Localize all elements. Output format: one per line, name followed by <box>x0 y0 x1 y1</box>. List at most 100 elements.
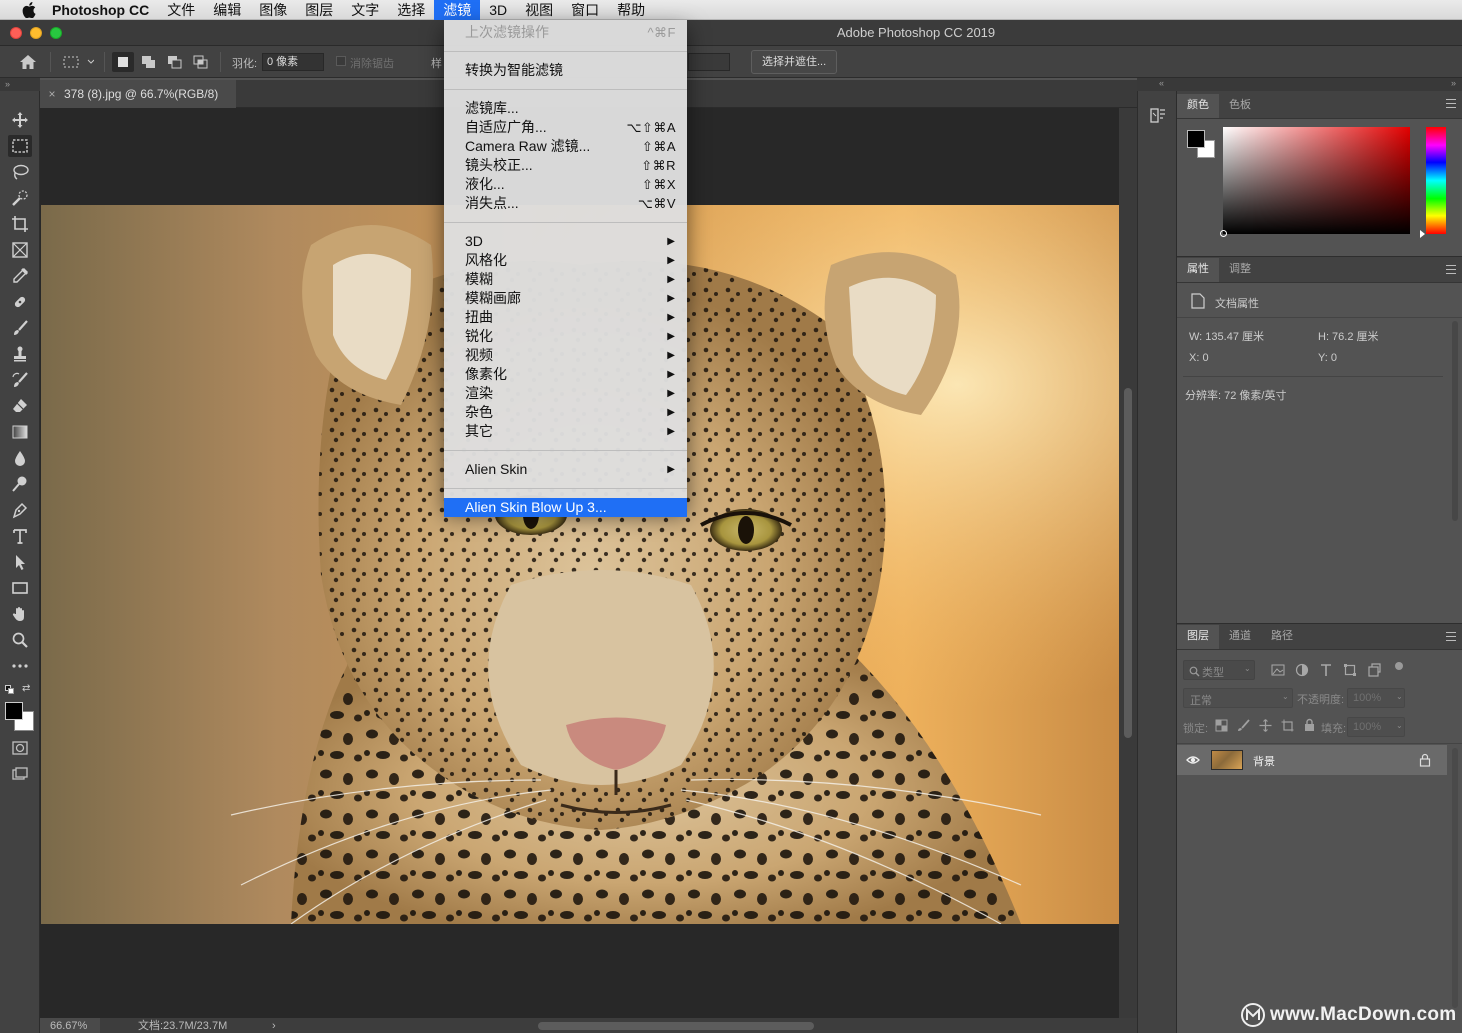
image-filter-icon[interactable] <box>1271 663 1285 677</box>
fg-swatch[interactable] <box>1187 130 1205 148</box>
panel-menu-icon[interactable] <box>1446 632 1456 641</box>
select-and-mask-button[interactable]: 选择并遮住... <box>751 50 838 74</box>
screen-mode-icon[interactable] <box>8 763 32 785</box>
menu-help[interactable]: 帮助 <box>608 0 654 20</box>
tab-adjustments[interactable]: 调整 <box>1219 258 1261 282</box>
height-value[interactable]: H: 76.2 厘米 <box>1318 328 1379 344</box>
crop-icon[interactable] <box>8 213 32 235</box>
toolbar-collapse-strip[interactable]: » <box>0 78 40 91</box>
path-select-icon[interactable] <box>8 551 32 573</box>
tab-swatches[interactable]: 色板 <box>1219 94 1261 118</box>
layer-filter-select[interactable]: 类型 ⌄ <box>1183 660 1255 680</box>
eyedropper-icon[interactable] <box>8 265 32 287</box>
menu-item-convert-smart-filter[interactable]: 转换为智能滤镜 <box>444 61 687 80</box>
layer-lock-icon[interactable] <box>1419 753 1431 767</box>
menu-item-alien-skin-blow-up[interactable]: Alien Skin Blow Up 3... <box>444 498 687 517</box>
menu-item-stylize[interactable]: 风格化 ▶ <box>444 251 687 270</box>
menu-item-blur-gallery[interactable]: 模糊画廊 ▶ <box>444 289 687 308</box>
menu-type[interactable]: 文字 <box>342 0 388 20</box>
blend-mode-select[interactable]: 正常 ⌄ <box>1183 688 1293 708</box>
color-panel-swatches[interactable] <box>1187 130 1217 160</box>
lock-all-icon[interactable] <box>1303 718 1316 732</box>
history-panel-icon[interactable] <box>1148 105 1168 127</box>
clone-stamp-icon[interactable] <box>8 343 32 365</box>
layer-thumbnail[interactable] <box>1211 750 1243 770</box>
document-size[interactable]: 文档:23.7M/23.7M <box>138 1018 227 1033</box>
menu-item-blur[interactable]: 模糊 ▶ <box>444 270 687 289</box>
fill-input[interactable]: 100% ⌄ <box>1347 717 1405 737</box>
eraser-icon[interactable] <box>8 395 32 417</box>
menu-image[interactable]: 图像 <box>250 0 296 20</box>
history-brush-icon[interactable] <box>8 369 32 391</box>
close-window-button[interactable] <box>10 27 22 39</box>
rectangle-icon[interactable] <box>8 577 32 599</box>
smart-object-filter-icon[interactable] <box>1367 663 1381 677</box>
minimize-window-button[interactable] <box>30 27 42 39</box>
zoom-level[interactable]: 66.67% <box>40 1018 100 1033</box>
adjustment-filter-icon[interactable] <box>1295 663 1309 677</box>
vertical-scrollbar[interactable] <box>1119 108 1137 1020</box>
x-value[interactable]: X: 0 <box>1189 352 1209 364</box>
layer-name[interactable]: 背景 <box>1253 753 1275 769</box>
menu-item-noise[interactable]: 杂色 ▶ <box>444 403 687 422</box>
color-swatches[interactable] <box>4 701 34 731</box>
menu-item-pixelate[interactable]: 像素化 ▶ <box>444 365 687 384</box>
menu-layer[interactable]: 图层 <box>296 0 342 20</box>
lock-artboard-icon[interactable] <box>1281 719 1294 732</box>
marquee-icon[interactable] <box>8 135 32 157</box>
intersect-selection-icon[interactable] <box>190 52 212 72</box>
hand-icon[interactable] <box>8 603 32 625</box>
panel-menu-icon[interactable] <box>1446 265 1456 274</box>
menu-item-camera-raw[interactable]: Camera Raw 滤镜... ⇧⌘A <box>444 137 687 156</box>
lock-pixels-icon[interactable] <box>1237 719 1250 732</box>
y-value[interactable]: Y: 0 <box>1318 352 1337 364</box>
eye-icon[interactable] <box>1186 753 1200 767</box>
dodge-icon[interactable] <box>8 473 32 495</box>
tab-color[interactable]: 颜色 <box>1177 94 1219 118</box>
menu-edit[interactable]: 编辑 <box>204 0 250 20</box>
filter-toggle-icon[interactable] <box>1395 662 1403 670</box>
menu-item-alien-skin[interactable]: Alien Skin ▶ <box>444 460 687 479</box>
menu-item-adaptive-wide-angle[interactable]: 自适应广角... ⌥⇧⌘A <box>444 118 687 137</box>
marquee-preset-picker[interactable] <box>58 50 98 74</box>
hue-slider[interactable] <box>1420 127 1446 238</box>
width-value[interactable]: W: 135.47 厘米 <box>1189 328 1264 344</box>
hue-slider-handle[interactable] <box>1420 230 1425 238</box>
tab-channels[interactable]: 通道 <box>1219 625 1261 649</box>
home-icon[interactable] <box>14 50 42 74</box>
menu-filter[interactable]: 滤镜 <box>434 0 481 20</box>
menu-3d[interactable]: 3D <box>480 0 516 20</box>
blur-icon[interactable] <box>8 447 32 469</box>
close-tab-icon[interactable]: × <box>40 87 64 101</box>
more-tools-icon[interactable] <box>8 655 32 677</box>
panel-menu-icon[interactable] <box>1446 99 1456 108</box>
layers-scrollbar[interactable] <box>1452 748 1458 1008</box>
menu-item-other[interactable]: 其它 ▶ <box>444 422 687 441</box>
opacity-input[interactable]: 100% ⌄ <box>1347 688 1405 708</box>
frame-icon[interactable] <box>8 239 32 261</box>
add-to-selection-icon[interactable] <box>138 52 160 72</box>
brush-icon[interactable] <box>8 317 32 339</box>
apple-icon[interactable] <box>20 1 38 19</box>
menu-item-sharpen[interactable]: 锐化 ▶ <box>444 327 687 346</box>
height-input[interactable] <box>688 53 730 71</box>
swap-colors-icon[interactable]: ⇄ <box>22 683 30 694</box>
shape-filter-icon[interactable] <box>1343 663 1357 677</box>
menu-item-video[interactable]: 视频 ▶ <box>444 346 687 365</box>
tab-paths[interactable]: 路径 <box>1261 625 1303 649</box>
menu-window[interactable]: 窗口 <box>562 0 608 20</box>
menu-item-liquify[interactable]: 液化... ⇧⌘X <box>444 175 687 194</box>
lasso-icon[interactable] <box>8 161 32 183</box>
type-icon[interactable] <box>8 525 32 547</box>
menu-item-distort[interactable]: 扭曲 ▶ <box>444 308 687 327</box>
new-selection-icon[interactable] <box>112 52 134 72</box>
zoom-window-button[interactable] <box>50 27 62 39</box>
move-icon[interactable] <box>8 109 32 131</box>
quick-mask-icon[interactable] <box>8 737 32 759</box>
menu-item-3d[interactable]: 3D ▶ <box>444 232 687 251</box>
gradient-icon[interactable] <box>8 421 32 443</box>
layer-row[interactable]: 背景 <box>1177 745 1447 775</box>
zoom-icon[interactable] <box>8 629 32 651</box>
menu-select[interactable]: 选择 <box>388 0 434 20</box>
tab-layers[interactable]: 图层 <box>1177 625 1219 649</box>
